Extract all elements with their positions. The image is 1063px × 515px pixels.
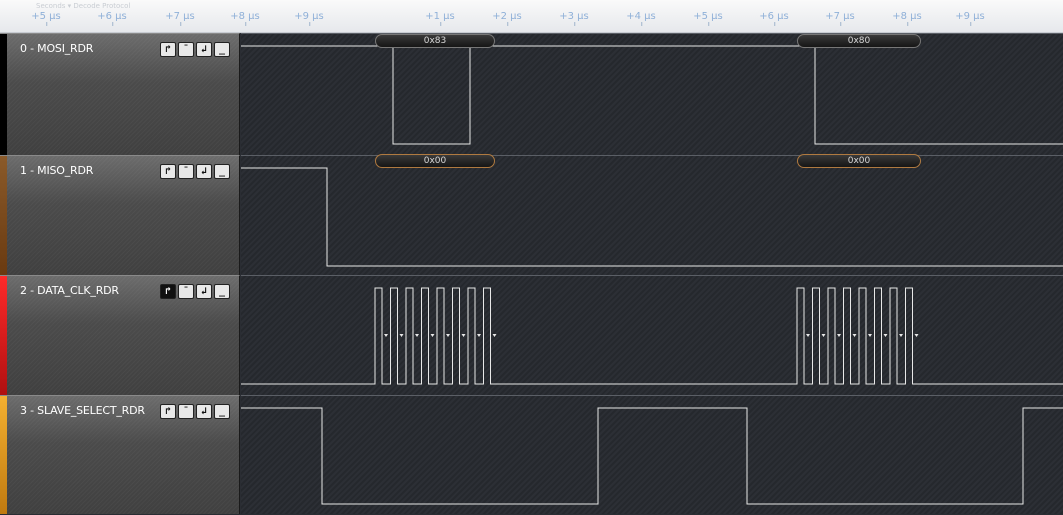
waveform-miso[interactable]: 0x00 0x00 — [241, 154, 1063, 275]
high-level-icon[interactable]: ¯ — [178, 164, 194, 179]
channel-color-stripe — [0, 276, 7, 395]
sample-marker — [399, 334, 404, 337]
sample-marker — [837, 334, 841, 337]
channel-3: 3 - SLAVE_SELECT_RDR ↱ ¯ ↲ _ — [0, 395, 1063, 514]
high-level-icon[interactable]: ¯ — [178, 284, 194, 299]
channel-0: 0 - MOSI_RDR ↱ ¯ ↲ _ 0x83 0x80 — [0, 33, 1063, 155]
sample-marker — [492, 334, 497, 337]
time-ruler[interactable]: Seconds ▾ Decode Protocol +5 µs +6 µs +7 µ… — [0, 0, 1063, 33]
sample-marker — [899, 334, 903, 337]
channel-name: 2 - DATA_CLK_RDR — [20, 284, 119, 297]
miso-waveform — [241, 167, 1063, 267]
channel-2: 2 - DATA_CLK_RDR ↱ ¯ ↲ _ — [0, 275, 1063, 395]
trigger-buttons: ↱ ¯ ↲ _ — [160, 284, 230, 299]
ruler-tick-label: +8 µs — [892, 11, 922, 26]
mosi-waveform — [241, 45, 1063, 145]
rising-edge-icon[interactable]: ↱ — [160, 404, 176, 419]
channel-1: 1 - MISO_RDR ↱ ¯ ↲ _ 0x00 0x00 — [0, 154, 1063, 275]
sample-marker — [477, 334, 481, 337]
decode-bubble-mosi-2[interactable]: 0x80 — [797, 34, 921, 48]
ruler-tick-label: +3 µs — [559, 11, 589, 26]
channel-name: 1 - MISO_RDR — [20, 164, 94, 177]
ruler-tick-label: +7 µs — [165, 11, 195, 26]
low-level-icon[interactable]: _ — [214, 284, 230, 299]
clock-waveform — [241, 287, 1063, 385]
decode-bubble-mosi-1[interactable]: 0x83 — [375, 34, 495, 48]
channel-color-stripe — [0, 156, 7, 275]
channel-name: 3 - SLAVE_SELECT_RDR — [20, 404, 145, 417]
channel-label-3[interactable]: 3 - SLAVE_SELECT_RDR ↱ ¯ ↲ _ — [0, 395, 240, 514]
sample-marker — [415, 334, 419, 337]
decode-bubble-miso-1[interactable]: 0x00 — [375, 154, 495, 168]
ruler-tick-label: +5 µs — [31, 11, 61, 26]
falling-edge-icon[interactable]: ↲ — [196, 404, 212, 419]
trigger-buttons: ↱ ¯ ↲ _ — [160, 404, 230, 419]
sample-marker — [446, 334, 450, 337]
sample-marker — [914, 334, 919, 337]
trigger-buttons: ↱ ¯ ↲ _ — [160, 42, 230, 57]
high-level-icon[interactable]: ¯ — [178, 42, 194, 57]
rising-edge-icon[interactable]: ↱ — [160, 42, 176, 57]
sample-marker — [806, 334, 810, 337]
trigger-buttons: ↱ ¯ ↲ _ — [160, 164, 230, 179]
channel-name: 0 - MOSI_RDR — [20, 42, 94, 55]
falling-edge-icon[interactable]: ↲ — [196, 164, 212, 179]
rising-edge-icon[interactable]: ↱ — [160, 284, 176, 299]
low-level-icon[interactable]: _ — [214, 404, 230, 419]
ruler-tick-label: +2 µs — [492, 11, 522, 26]
sample-marker — [461, 334, 466, 337]
channel-color-stripe — [0, 34, 7, 155]
falling-edge-icon[interactable]: ↲ — [196, 284, 212, 299]
waveform-mosi[interactable]: 0x83 0x80 — [241, 33, 1063, 155]
decode-bubble-miso-2[interactable]: 0x00 — [797, 154, 921, 168]
low-level-icon[interactable]: _ — [214, 42, 230, 57]
channel-label-2[interactable]: 2 - DATA_CLK_RDR ↱ ¯ ↲ _ — [0, 275, 240, 395]
low-level-icon[interactable]: _ — [214, 164, 230, 179]
ruler-tick-label: +8 µs — [230, 11, 260, 26]
channel-label-0[interactable]: 0 - MOSI_RDR ↱ ¯ ↲ _ — [0, 33, 240, 155]
ruler-tick-label: +6 µs — [759, 11, 789, 26]
channel-color-stripe — [0, 396, 7, 514]
ruler-tick-label: +6 µs — [97, 11, 127, 26]
ruler-tick-label: +7 µs — [825, 11, 855, 26]
rising-edge-icon[interactable]: ↱ — [160, 164, 176, 179]
ruler-tick-label: +9 µs — [955, 11, 985, 26]
waveform-clk[interactable] — [241, 275, 1063, 395]
high-level-icon[interactable]: ¯ — [178, 404, 194, 419]
ruler-tick-label: +9 µs — [294, 11, 324, 26]
ruler-tick-label: +5 µs — [693, 11, 723, 26]
sample-marker — [852, 334, 857, 337]
channel-label-1[interactable]: 1 - MISO_RDR ↱ ¯ ↲ _ — [0, 155, 240, 275]
ruler-tick-label: +4 µs — [626, 11, 656, 26]
sample-marker — [868, 334, 872, 337]
sample-marker — [821, 334, 826, 337]
ruler-tick-label: +1 µs — [425, 11, 455, 26]
slave-select-waveform — [241, 407, 1063, 505]
waveform-ss[interactable] — [241, 395, 1063, 514]
falling-edge-icon[interactable]: ↲ — [196, 42, 212, 57]
sample-marker — [430, 334, 435, 337]
ruler-faint-label: Seconds ▾ Decode Protocol — [36, 2, 131, 10]
sample-marker — [384, 334, 388, 337]
sample-marker — [883, 334, 888, 337]
